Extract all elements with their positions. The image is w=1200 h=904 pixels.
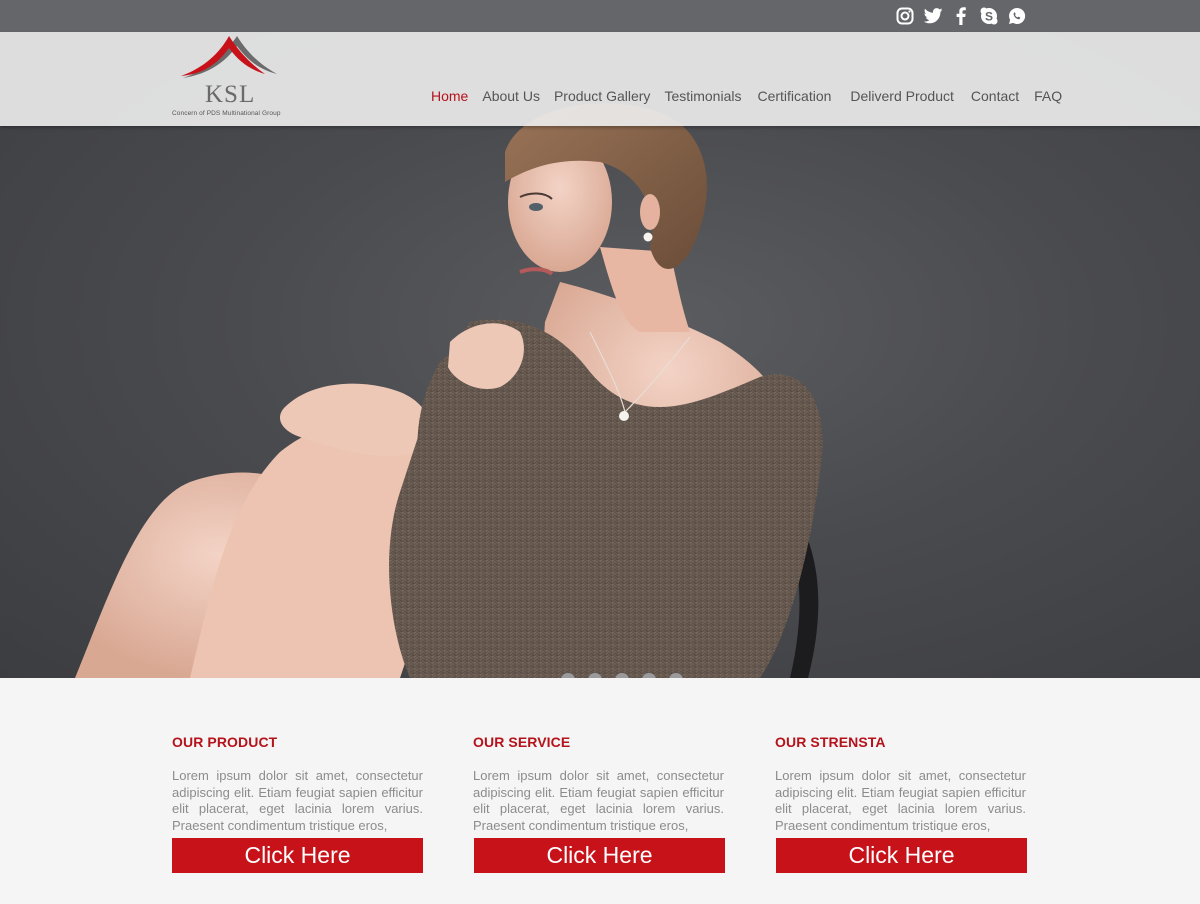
click-here-button[interactable]: Click Here (474, 838, 725, 873)
main-nav: Home About Us Product Gallery Testimonia… (431, 88, 1062, 104)
hero-image (75, 103, 823, 678)
logo-roof-icon (181, 36, 277, 78)
logo-text: KSL (205, 81, 256, 108)
nav-certification[interactable]: Certification (757, 88, 831, 104)
twitter-icon[interactable] (922, 6, 944, 26)
nav-testimonials[interactable]: Testimonials (664, 88, 741, 104)
feature-title: OUR SERVICE (473, 734, 571, 750)
logo[interactable]: KSL Concern of PDS Multinational Group (172, 34, 288, 120)
feature-title: OUR PRODUCT (172, 734, 278, 750)
svg-text:S: S (985, 9, 993, 23)
features-section: OUR PRODUCT Lorem ipsum dolor sit amet, … (0, 678, 1200, 904)
click-here-button[interactable]: Click Here (172, 838, 423, 873)
instagram-icon[interactable] (894, 6, 916, 26)
social-bar: S (0, 0, 1200, 32)
feature-text: Lorem ipsum dolor sit amet, consectetur … (172, 768, 423, 832)
logo-subtitle: Concern of PDS Multinational Group (172, 110, 281, 117)
site-header: KSL Concern of PDS Multinational Group H… (0, 32, 1200, 126)
feature-text: Lorem ipsum dolor sit amet, consectetur … (775, 768, 1026, 832)
click-here-button[interactable]: Click Here (776, 838, 1027, 873)
feature-card-strensta: OUR STRENSTA Lorem ipsum dolor sit amet,… (775, 733, 1027, 873)
social-links: S (894, 6, 1028, 26)
feature-card-product: OUR PRODUCT Lorem ipsum dolor sit amet, … (172, 733, 423, 873)
whatsapp-icon[interactable] (1006, 6, 1028, 26)
nav-contact[interactable]: Contact (971, 88, 1019, 104)
nav-faq[interactable]: FAQ (1034, 88, 1062, 104)
hero-slider (0, 32, 1200, 678)
feature-title: OUR STRENSTA (775, 734, 886, 750)
facebook-icon[interactable] (950, 6, 972, 26)
nav-delivered-product[interactable]: Deliverd Product (850, 88, 954, 104)
skype-icon[interactable]: S (978, 6, 1000, 26)
feature-card-service: OUR SERVICE Lorem ipsum dolor sit amet, … (473, 733, 725, 873)
nav-about-us[interactable]: About Us (482, 88, 540, 104)
feature-text: Lorem ipsum dolor sit amet, consectetur … (473, 768, 724, 832)
nav-product-gallery[interactable]: Product Gallery (554, 88, 650, 104)
nav-home[interactable]: Home (431, 88, 468, 104)
